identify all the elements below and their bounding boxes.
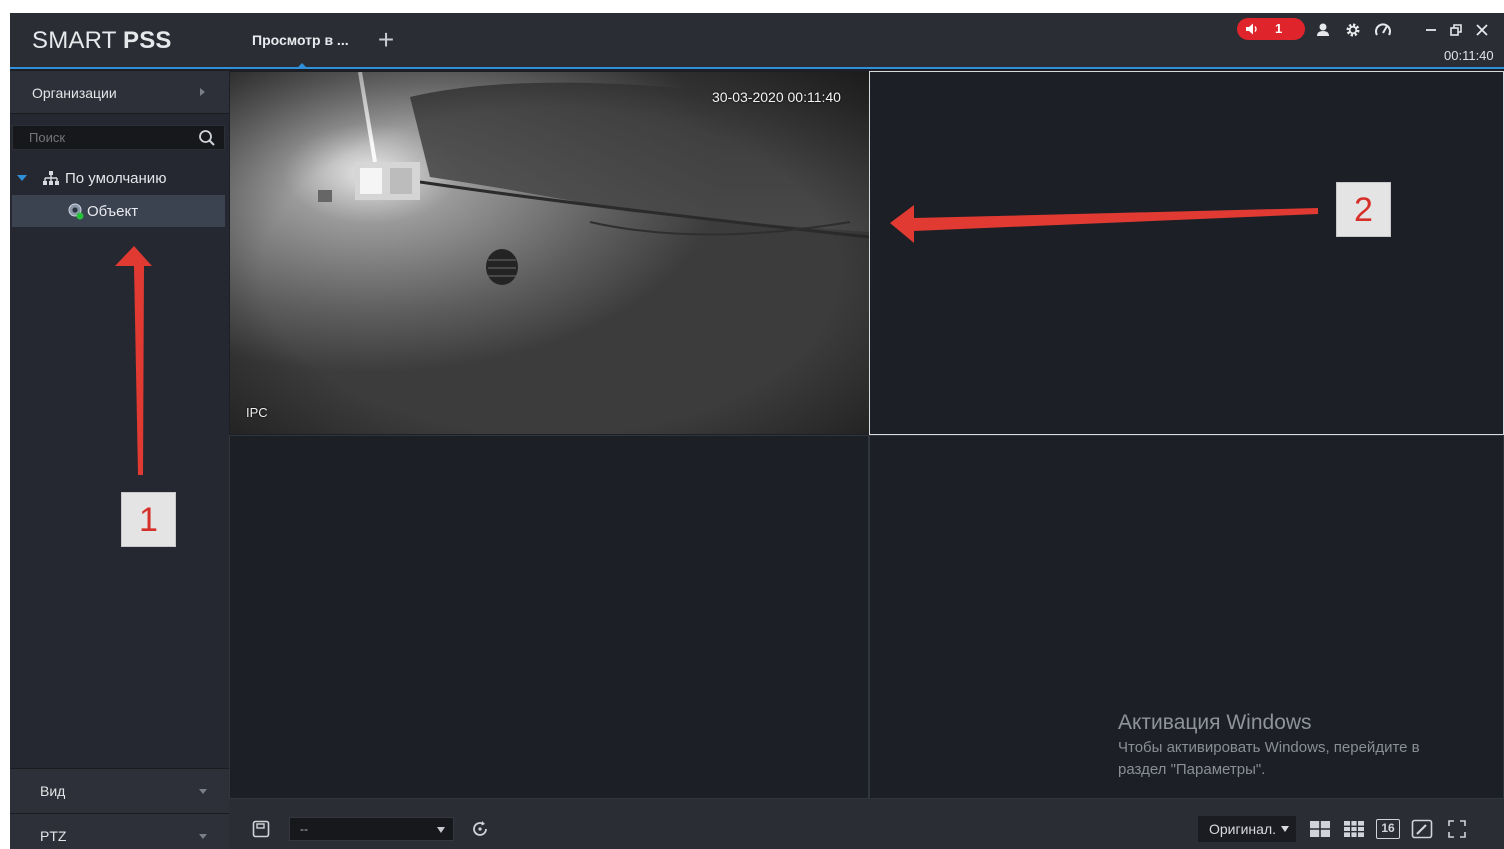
tree-group-label: По умолчанию: [65, 170, 167, 187]
search-input[interactable]: [29, 130, 189, 145]
custom-layout-edit-icon[interactable]: [1411, 818, 1433, 840]
video-grid: 30-03-2020 00:11:40 IPC Активация Window…: [229, 71, 1504, 799]
split-4-icon[interactable]: [1309, 818, 1331, 840]
gear-icon[interactable]: [1344, 21, 1362, 39]
annotation-marker-2: 2: [1336, 182, 1391, 237]
speaker-icon: [1246, 23, 1257, 35]
camera-name-label: IPC: [246, 405, 268, 420]
title-bar: SMART PSS Просмотр в ... + 1 00:11:40: [10, 13, 1504, 69]
windows-activation-text-1: Чтобы активировать Windows, перейдите в: [1118, 739, 1420, 756]
device-label: Объект: [87, 203, 139, 220]
view-panel-header[interactable]: Вид: [10, 768, 229, 813]
tree-group-default[interactable]: По умолчанию: [10, 166, 229, 190]
minimize-icon[interactable]: [1422, 21, 1440, 39]
user-icon[interactable]: [1314, 21, 1332, 39]
refresh-icon[interactable]: [470, 819, 490, 839]
ptz-panel-label: PTZ: [40, 828, 67, 844]
chevron-right-icon: [200, 88, 205, 96]
logo-text-bold: PSS: [123, 27, 172, 54]
tree-device-object[interactable]: Объект: [12, 195, 225, 227]
ptz-panel-header[interactable]: PTZ: [10, 813, 229, 849]
aspect-ratio-label: Оригинал.: [1209, 821, 1276, 837]
clock-display: 00:11:40: [1444, 48, 1494, 63]
view-select-dropdown[interactable]: --: [289, 817, 454, 841]
restore-icon[interactable]: [1447, 21, 1465, 39]
alarm-count: 1: [1275, 21, 1283, 36]
smart-pss-window: SMART PSS Просмотр в ... + 1 00:11:40 Ор…: [10, 13, 1504, 849]
chevron-down-icon: [1281, 826, 1289, 832]
camera-device-icon: [68, 203, 84, 220]
org-tree-icon: [43, 171, 59, 185]
add-tab-button[interactable]: +: [372, 26, 400, 55]
organizations-label: Организации: [32, 85, 117, 101]
alarm-button[interactable]: 1: [1237, 18, 1305, 40]
fullscreen-icon[interactable]: [1446, 818, 1468, 840]
bottom-toolbar: -- Оригинал. 16: [229, 799, 1504, 849]
video-window-2[interactable]: [869, 71, 1504, 435]
organizations-header[interactable]: Организации: [10, 71, 229, 114]
tab-label: Просмотр в ...: [252, 32, 349, 48]
search-icon[interactable]: [198, 129, 216, 147]
aspect-ratio-dropdown[interactable]: Оригинал.: [1198, 816, 1296, 842]
tab-active-indicator: [297, 63, 307, 68]
split-9-icon[interactable]: [1343, 818, 1365, 840]
close-icon[interactable]: [1473, 21, 1491, 39]
split-16-button[interactable]: 16: [1376, 819, 1400, 839]
logo-text-thin: SMART: [32, 27, 124, 54]
video-window-3[interactable]: [229, 435, 869, 799]
windows-activation-text-2: раздел "Параметры".: [1118, 761, 1266, 778]
device-sidebar: Организации По умолчанию: [10, 71, 229, 849]
chevron-down-icon: [437, 827, 445, 833]
windows-activation-title: Активация Windows: [1118, 711, 1312, 734]
view-select-value: --: [300, 822, 308, 836]
expand-caret-icon[interactable]: [17, 175, 27, 181]
app-logo: SMART PSS: [32, 27, 172, 55]
performance-gauge-icon[interactable]: [1374, 21, 1392, 39]
video-window-1[interactable]: 30-03-2020 00:11:40 IPC: [230, 72, 869, 434]
camera-feed-image: [230, 72, 869, 434]
chevron-down-icon: [199, 834, 207, 839]
video-timestamp: 30-03-2020 00:11:40: [712, 89, 841, 105]
tab-live-view[interactable]: Просмотр в ...: [246, 13, 364, 69]
chevron-down-icon: [199, 789, 207, 794]
save-view-icon[interactable]: [252, 820, 270, 838]
view-panel-label: Вид: [40, 783, 66, 799]
video-window-4[interactable]: Активация Windows Чтобы активировать Win…: [869, 435, 1504, 799]
annotation-marker-1: 1: [121, 492, 176, 547]
device-search: [12, 125, 225, 150]
